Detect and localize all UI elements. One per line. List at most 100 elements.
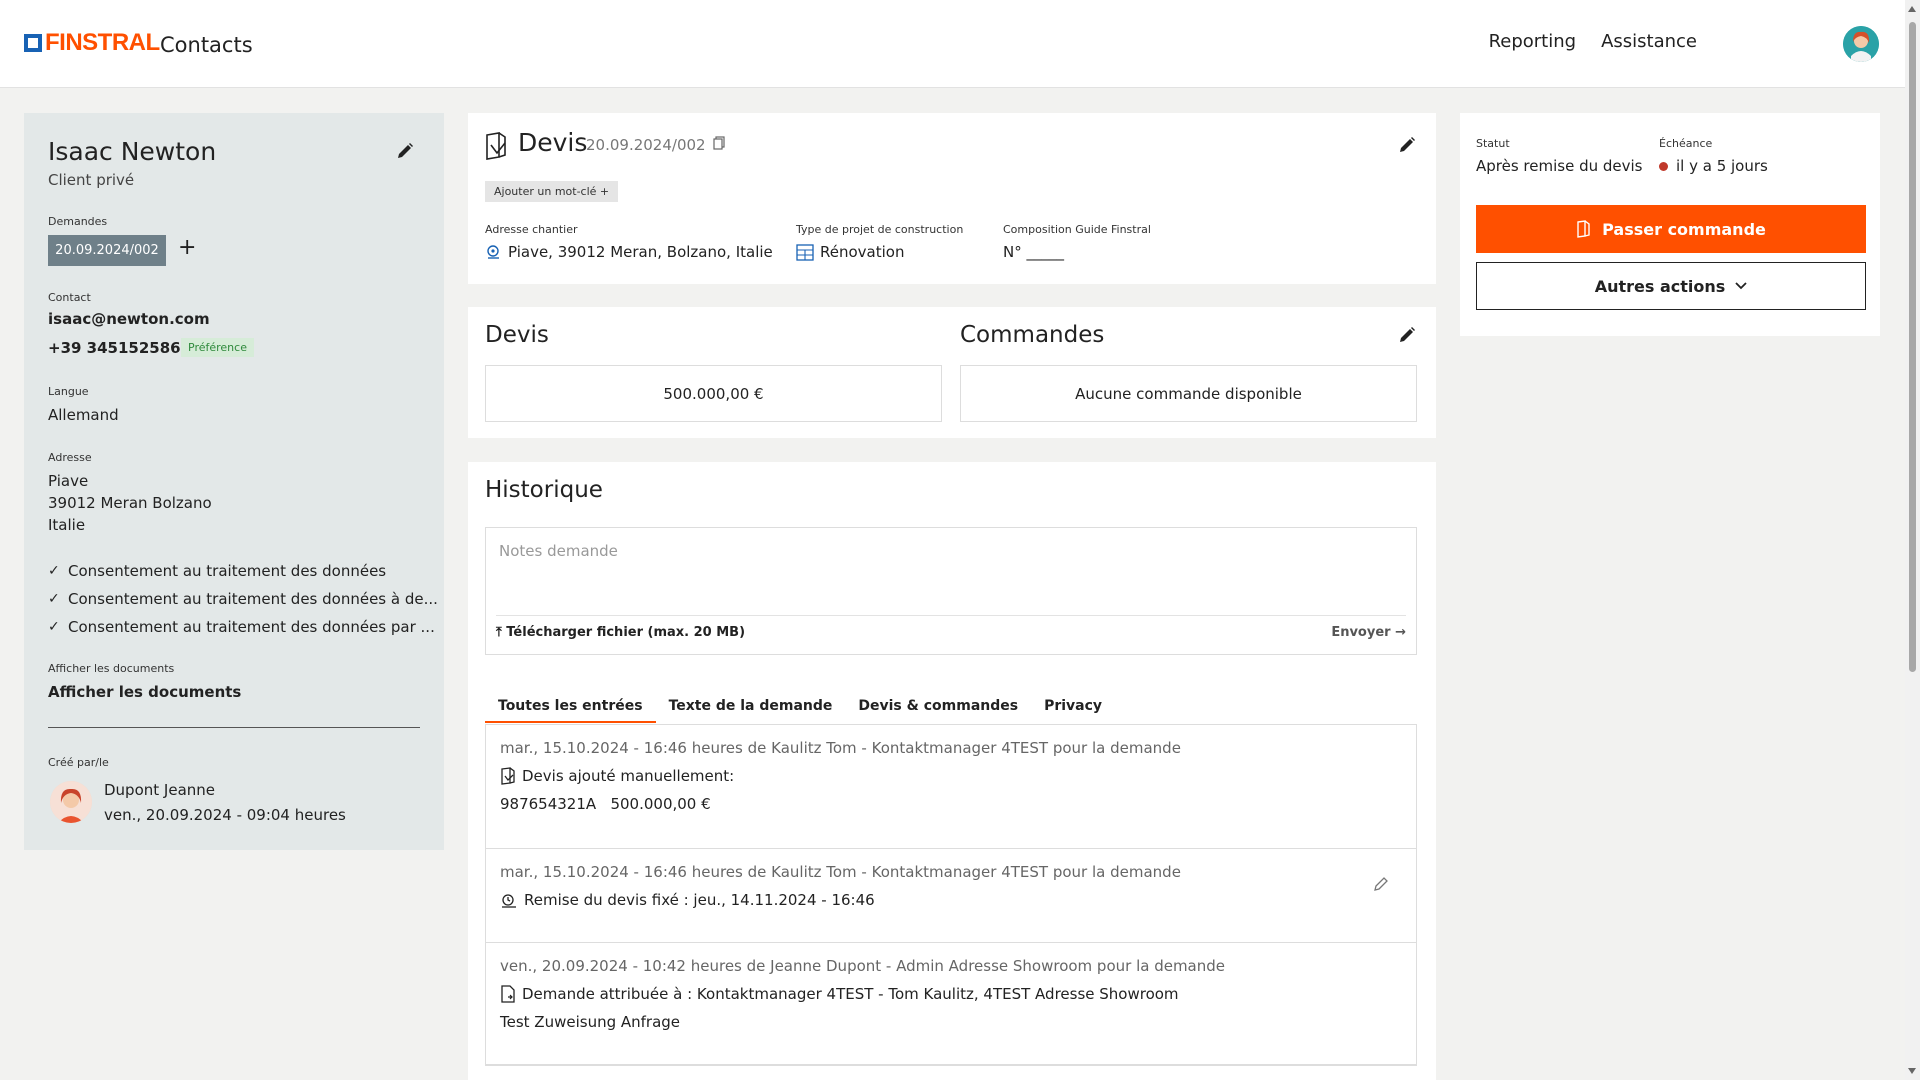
client-name: Isaac Newton [48,137,217,166]
entry-detail: Test Zuweisung Anfrage [500,1013,681,1031]
documents-label: Afficher les documents [48,662,175,675]
quote-header-card: Devis 20.09.2024/002 Ajouter un mot-clé … [468,113,1436,284]
entry-meta: mar., 15.10.2024 - 16:46 heures de Kauli… [500,739,1181,757]
quote-title: Devis [518,128,588,157]
quote-document-icon [501,767,515,785]
place-order-button[interactable]: Passer commande [1476,205,1866,253]
consent-label: Consentement au traitement des données à… [68,590,438,608]
summary-card: Devis Commandes 500.000,00 € Aucune comm… [468,307,1436,438]
upload-file-button[interactable]: ⤒ Télécharger fichier (max. 20 MB) [496,625,745,640]
orders-empty: Aucune commande disponible [1075,384,1302,403]
preference-badge: Préférence [181,338,254,357]
finstral-logo[interactable]: FINSTRAL [24,31,160,55]
user-avatar[interactable] [1843,26,1879,62]
location-icon [487,244,499,259]
contact-phone[interactable]: +39 3451525865 [48,339,191,357]
entry-text: Remise du devis fixé : jeu., 14.11.2024 … [524,891,875,909]
history-list: mar., 15.10.2024 - 16:46 heures de Kauli… [485,724,1417,1066]
tab-quotes-orders[interactable]: Devis & commandes [845,698,1031,723]
quotes-total: 500.000,00 € [663,384,764,403]
add-keyword-button[interactable]: Ajouter un mot-clé + [485,181,619,202]
address-line1: Piave [48,472,89,490]
address-label: Adresse [48,451,92,464]
entry-line: Devis ajouté manuellement: [500,767,1402,785]
due-value: il y a 5 jours [1659,157,1768,175]
entry-detail: 987654321A 500.000,00 € [500,795,711,813]
scroll-thumb[interactable] [1909,22,1916,672]
project-type: Rénovation [796,243,904,261]
orders-title: Commandes [960,322,1105,348]
top-nav: Reporting Assistance [1489,31,1697,52]
logo-square-icon [24,34,42,52]
client-type: Client privé [48,171,135,189]
edit-pencil-icon[interactable] [1397,325,1417,345]
requests-label: Demandes [48,215,108,228]
place-order-label: Passer commande [1602,219,1766,239]
scroll-up-arrow-icon[interactable] [1908,6,1916,12]
project-type-label: Type de projet de construction [796,223,964,236]
guide-value: N° _____ [1003,243,1064,261]
send-label: Envoyer [1331,625,1391,640]
history-entry: mar., 15.10.2024 - 16:46 heures de Kauli… [486,725,1416,849]
language-value: Allemand [48,406,119,424]
history-entry: mar., 15.10.2024 - 16:46 heures de Kauli… [486,849,1416,943]
edit-pencil-icon[interactable] [1397,135,1417,155]
add-keyword-label: Ajouter un mot-clé [494,185,597,198]
arrow-right-icon: → [1395,625,1406,640]
status-label: Statut [1476,137,1510,150]
due-label: Échéance [1659,137,1713,150]
entry-line: Demande attribuée à : Kontaktmanager 4TE… [500,985,1402,1003]
send-button[interactable]: Envoyer → [1331,625,1406,640]
site-address-value: Piave, 39012 Meran, Bolzano, Italie [508,243,773,261]
address-line2: 39012 Meran Bolzano [48,494,212,512]
nav-assistance[interactable]: Assistance [1601,31,1697,52]
tab-all-entries[interactable]: Toutes les entrées [485,698,656,723]
add-request-plus-icon[interactable]: + [178,235,196,260]
show-documents-link[interactable]: Afficher les documents [48,683,241,701]
entry-line: Remise du devis fixé : jeu., 14.11.2024 … [500,891,1402,909]
other-actions-button[interactable]: Autres actions [1476,262,1866,310]
consent-label: Consentement au traitement des données [68,562,387,580]
status-value: Après remise du devis [1476,157,1643,175]
other-actions-label: Autres actions [1594,276,1726,296]
quote-delivery-icon [502,894,516,908]
tab-privacy[interactable]: Privacy [1031,698,1115,723]
consent-item: ✓ Consentement au traitement des données… [48,590,438,608]
site-address: Piave, 39012 Meran, Bolzano, Italie [485,243,773,261]
quotes-title: Devis [485,322,549,348]
user-avatar-icon [1843,26,1879,62]
notes-textarea[interactable]: Notes demande ⤒ Télécharger fichier (max… [485,527,1417,655]
creator-avatar [50,781,92,823]
tab-request-text[interactable]: Texte de la demande [656,698,846,723]
copy-icon[interactable] [713,136,725,150]
creator-avatar-icon [50,781,92,823]
project-type-value: Rénovation [820,243,905,261]
request-tag[interactable]: 20.09.2024/002 [48,235,166,266]
chevron-down-icon [1735,282,1747,290]
overdue-dot-icon [1659,161,1668,171]
notes-footer: ⤒ Télécharger fichier (max. 20 MB) Envoy… [496,615,1406,640]
history-card: Historique Notes demande ⤒ Télécharger f… [468,462,1436,1080]
consent-item: ✓ Consentement au traitement des données… [48,618,435,636]
created-label: Créé par/le [48,756,109,769]
divider [48,727,420,728]
quotes-total-box[interactable]: 500.000,00 € [485,365,942,422]
checkmark-icon: ✓ [48,563,60,579]
order-document-icon [1577,220,1590,238]
address-line3: Italie [48,516,86,534]
checkmark-icon: ✓ [48,591,60,607]
nav-reporting[interactable]: Reporting [1489,31,1577,52]
orders-box: Aucune commande disponible [960,365,1417,422]
upload-icon: ⤒ [496,625,502,640]
entry-text: Devis ajouté manuellement: [522,767,735,785]
edit-pencil-icon[interactable] [395,141,415,161]
contact-email[interactable]: isaac@newton.com [48,310,210,328]
creator-name: Dupont Jeanne [104,781,215,799]
edit-outline-pencil-icon[interactable] [1372,875,1390,893]
page-scrollbar[interactable] [1905,0,1920,1080]
scroll-down-arrow-icon[interactable] [1908,1068,1916,1074]
quote-number: 20.09.2024/002 [586,136,706,154]
entry-text: Demande attribuée à : Kontaktmanager 4TE… [522,985,1179,1003]
history-entry: ven., 20.09.2024 - 10:42 heures de Jeann… [486,943,1416,1065]
top-bar: FINSTRAL Contacts Reporting Assistance [0,0,1905,88]
